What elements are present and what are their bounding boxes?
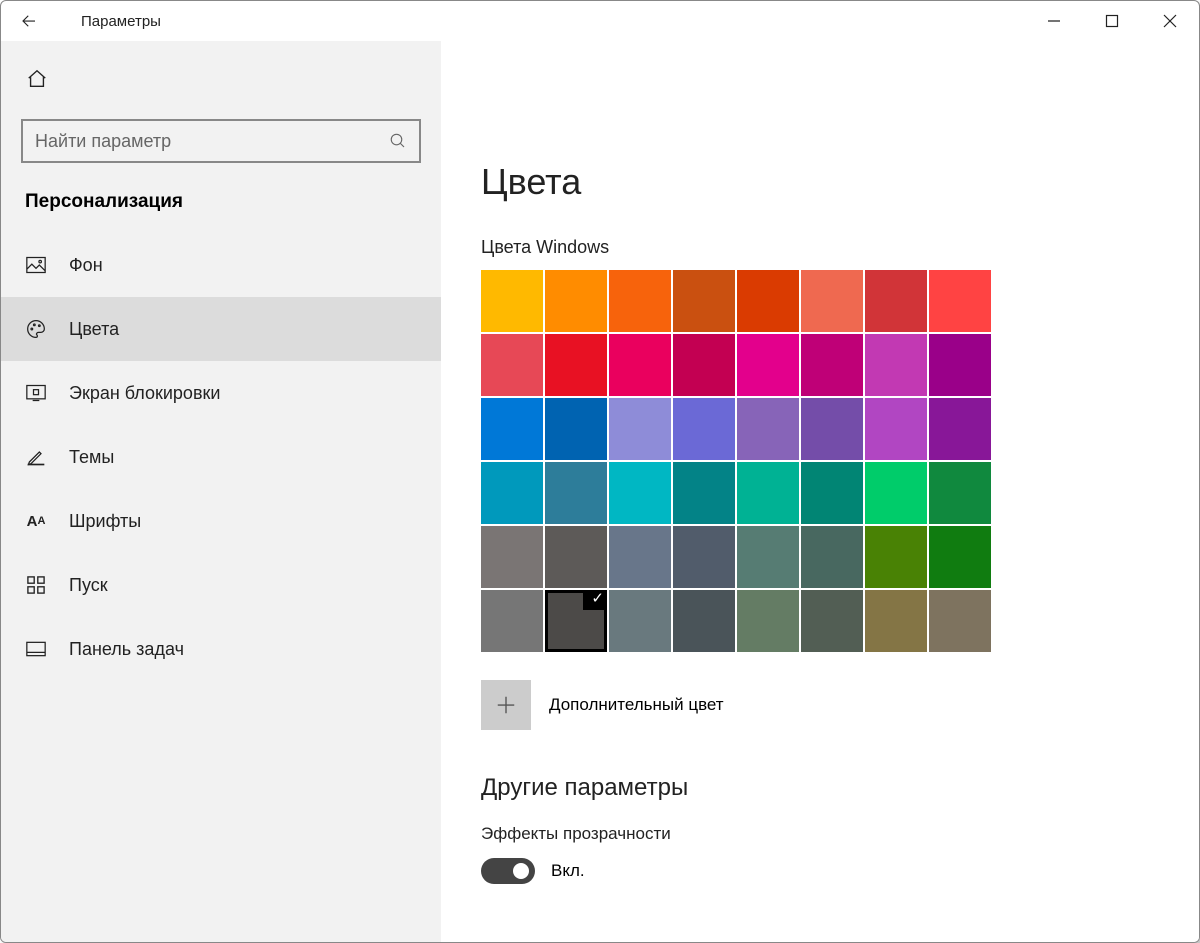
color-swatch[interactable] [929, 590, 991, 652]
window-title: Параметры [81, 13, 161, 30]
nav-list: Фон Цвета Экран блокировки [1, 233, 441, 681]
sidebar-item-themes[interactable]: Темы [1, 425, 441, 489]
color-swatch[interactable] [865, 590, 927, 652]
color-swatch[interactable] [801, 462, 863, 524]
sidebar: Персонализация Фон Цвета [1, 41, 441, 942]
search-input[interactable] [35, 131, 389, 152]
color-swatch[interactable] [545, 398, 607, 460]
window-controls [1025, 1, 1199, 41]
color-swatch[interactable] [673, 526, 735, 588]
color-swatch[interactable] [609, 398, 671, 460]
color-swatch[interactable] [801, 590, 863, 652]
sidebar-item-start[interactable]: Пуск [1, 553, 441, 617]
transparency-toggle[interactable] [481, 858, 535, 884]
sidebar-item-label: Панель задач [69, 639, 184, 660]
color-swatch[interactable] [737, 334, 799, 396]
color-swatch[interactable] [801, 398, 863, 460]
sidebar-item-label: Цвета [69, 319, 119, 340]
color-swatch[interactable] [865, 398, 927, 460]
themes-icon [25, 447, 47, 467]
color-swatch[interactable] [737, 590, 799, 652]
check-icon: ✓ [591, 590, 604, 608]
color-swatch[interactable]: ✓ [545, 590, 607, 652]
home-button[interactable] [11, 53, 63, 105]
settings-window: Параметры [0, 0, 1200, 943]
color-swatch[interactable] [481, 334, 543, 396]
page-title: Цвета [481, 161, 1199, 203]
sidebar-item-label: Темы [69, 447, 114, 468]
color-swatch[interactable] [673, 334, 735, 396]
color-swatch[interactable] [865, 462, 927, 524]
color-swatch[interactable] [865, 270, 927, 332]
category-title: Персонализация [1, 181, 441, 233]
color-swatch[interactable] [673, 398, 735, 460]
color-swatch[interactable] [545, 526, 607, 588]
sidebar-item-lockscreen[interactable]: Экран блокировки [1, 361, 441, 425]
custom-color-label: Дополнительный цвет [549, 695, 724, 715]
plus-icon [481, 680, 531, 730]
sidebar-item-label: Шрифты [69, 511, 141, 532]
color-swatch[interactable] [865, 526, 927, 588]
sidebar-item-background[interactable]: Фон [1, 233, 441, 297]
color-swatch[interactable] [673, 590, 735, 652]
sidebar-item-label: Пуск [69, 575, 108, 596]
lockscreen-icon [25, 384, 47, 402]
content-area: Цвета Цвета Windows ✓ Дополнительный цве… [441, 41, 1199, 942]
search-box[interactable] [21, 119, 421, 163]
color-swatch[interactable] [929, 462, 991, 524]
color-swatch[interactable] [609, 270, 671, 332]
titlebar: Параметры [1, 1, 1199, 41]
color-swatch[interactable] [609, 590, 671, 652]
color-swatch[interactable] [737, 526, 799, 588]
picture-icon [25, 256, 47, 274]
color-swatch[interactable] [609, 334, 671, 396]
windows-colors-label: Цвета Windows [481, 237, 1199, 258]
sidebar-item-label: Экран блокировки [69, 383, 220, 404]
color-grid: ✓ [481, 270, 991, 652]
maximize-button[interactable] [1083, 1, 1141, 41]
start-icon [25, 576, 47, 594]
minimize-button[interactable] [1025, 1, 1083, 41]
color-swatch[interactable] [929, 526, 991, 588]
color-swatch[interactable] [481, 526, 543, 588]
other-params-header: Другие параметры [481, 774, 1199, 802]
color-swatch[interactable] [737, 398, 799, 460]
custom-color-button[interactable]: Дополнительный цвет [481, 680, 724, 730]
palette-icon [25, 319, 47, 339]
color-swatch[interactable] [545, 334, 607, 396]
color-swatch[interactable] [801, 526, 863, 588]
color-swatch[interactable] [609, 462, 671, 524]
color-swatch[interactable] [545, 462, 607, 524]
taskbar-icon [25, 641, 47, 657]
color-swatch[interactable] [673, 270, 735, 332]
color-swatch[interactable] [801, 270, 863, 332]
color-swatch[interactable] [673, 462, 735, 524]
sidebar-item-taskbar[interactable]: Панель задач [1, 617, 441, 681]
close-button[interactable] [1141, 1, 1199, 41]
fonts-icon: AA [25, 513, 47, 530]
sidebar-item-label: Фон [69, 255, 103, 276]
sidebar-item-colors[interactable]: Цвета [1, 297, 441, 361]
color-swatch[interactable] [609, 526, 671, 588]
search-icon [389, 132, 407, 150]
toggle-state-text: Вкл. [551, 861, 585, 881]
transparency-label: Эффекты прозрачности [481, 824, 1199, 844]
color-swatch[interactable] [865, 334, 927, 396]
sidebar-item-fonts[interactable]: AA Шрифты [1, 489, 441, 553]
color-swatch[interactable] [737, 270, 799, 332]
color-swatch[interactable] [929, 270, 991, 332]
color-swatch[interactable] [481, 270, 543, 332]
color-swatch[interactable] [545, 270, 607, 332]
color-swatch[interactable] [929, 398, 991, 460]
color-swatch[interactable] [801, 334, 863, 396]
back-button[interactable] [9, 1, 49, 41]
color-swatch[interactable] [481, 590, 543, 652]
color-swatch[interactable] [737, 462, 799, 524]
color-swatch[interactable] [929, 334, 991, 396]
color-swatch[interactable] [481, 398, 543, 460]
color-swatch[interactable] [481, 462, 543, 524]
